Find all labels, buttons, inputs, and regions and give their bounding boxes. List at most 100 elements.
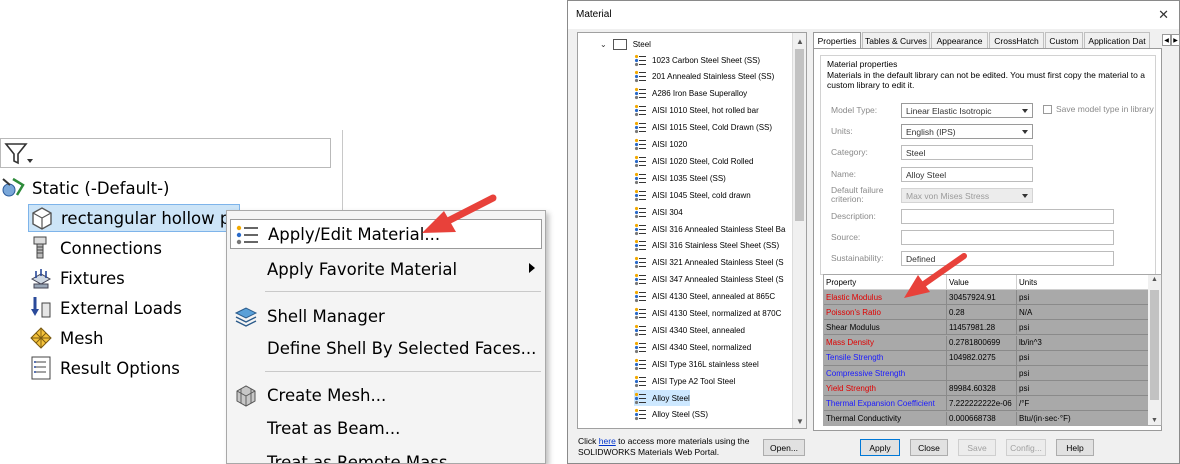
tree-item-external-loads[interactable]: External Loads xyxy=(28,294,182,322)
config-button[interactable]: Config... xyxy=(1006,439,1046,456)
cell-property: Poisson's Ratio xyxy=(824,305,947,321)
material-list-item[interactable]: AISI 1010 Steel, hot rolled bar xyxy=(634,103,794,119)
result-options-icon xyxy=(31,356,51,380)
tab-scroll-left-icon[interactable]: ◀ xyxy=(1162,34,1171,46)
material-list-item[interactable]: A286 Iron Base Superalloy xyxy=(634,86,794,102)
material-list-item[interactable]: AISI 1015 Steel, Cold Drawn (SS) xyxy=(634,120,794,136)
material-name: AISI 316 Annealed Stainless Steel Ba xyxy=(652,224,786,234)
scroll-thumb[interactable] xyxy=(795,49,804,221)
tab-scroll-right-icon[interactable]: ▶ xyxy=(1171,34,1180,46)
table-header-row: Property Value Units xyxy=(824,275,1149,290)
table-row[interactable]: Tensile Strength 104982.0275 psi xyxy=(824,350,1149,366)
tree-item-static-study[interactable]: Static (-Default-) xyxy=(0,174,170,202)
tree-item-result-options[interactable]: Result Options xyxy=(28,354,180,382)
save-model-type-label: Save model type in library xyxy=(1056,104,1154,114)
model-type-select[interactable]: Linear Elastic Isotropic xyxy=(901,103,1033,118)
menu-divider xyxy=(265,291,541,292)
material-list-item[interactable]: AISI 304 xyxy=(634,204,794,220)
material-list-item[interactable]: Alloy Steel xyxy=(634,390,690,406)
folder-icon xyxy=(612,38,627,50)
menu-item-shell-manager[interactable]: Shell Manager xyxy=(227,301,545,331)
material-tabs: Properties Tables & Curves Appearance Cr… xyxy=(813,32,1180,49)
external-loads-label: External Loads xyxy=(60,298,182,318)
cell-property: Tensile Strength xyxy=(824,350,947,366)
help-button[interactable]: Help xyxy=(1056,439,1094,456)
table-row[interactable]: Thermal Conductivity 0.000668738 Btu/(in·s… xyxy=(824,411,1149,425)
menu-item-create-mesh[interactable]: Create Mesh... xyxy=(227,380,545,410)
material-name: 1023 Carbon Steel Sheet (SS) xyxy=(652,55,761,65)
part-cube-icon xyxy=(32,207,52,230)
material-icon xyxy=(634,240,646,252)
menu-item-apply-favorite-material[interactable]: Apply Favorite Material xyxy=(227,254,545,284)
material-icon xyxy=(634,71,646,83)
static-study-label: Static (-Default-) xyxy=(32,178,170,198)
scroll-down-icon[interactable]: ▼ xyxy=(1151,417,1158,424)
material-name: Alloy Steel (SS) xyxy=(652,410,709,420)
material-list-item[interactable]: AISI 4130 Steel, normalized at 870C xyxy=(634,306,794,322)
open-button[interactable]: Open... xyxy=(763,439,805,456)
save-model-type-checkbox[interactable]: Save model type in library xyxy=(1043,104,1154,114)
tree-filter-bar[interactable] xyxy=(0,138,331,168)
table-row[interactable]: Thermal Expansion Coefficient 7.222222222… xyxy=(824,396,1149,412)
material-list-item[interactable]: AISI 316 Stainless Steel Sheet (SS) xyxy=(634,238,794,254)
menu-item-define-shell[interactable]: Define Shell By Selected Faces... xyxy=(227,333,545,363)
material-list-item[interactable]: AISI 1035 Steel (SS) xyxy=(634,170,794,186)
menu-item-treat-as-remote-mass[interactable]: Treat as Remote Mass xyxy=(227,447,545,464)
material-list-item[interactable]: AISI 1045 Steel, cold drawn xyxy=(634,187,794,203)
material-icon xyxy=(634,138,646,151)
table-row[interactable]: Yield Strength 89984.60328 psi xyxy=(824,381,1149,397)
chevron-down-icon[interactable]: ⌄ xyxy=(600,40,607,49)
material-list-item[interactable]: AISI Type 316L stainless steel xyxy=(634,356,794,372)
material-list-item[interactable]: AISI 1020 Steel, Cold Rolled xyxy=(634,153,794,169)
table-row[interactable]: Mass Density 0.2781800699 lb/in^3 xyxy=(824,335,1149,351)
material-list-item[interactable]: AISI 321 Annealed Stainless Steel (S xyxy=(634,255,794,271)
save-button[interactable]: Save xyxy=(958,439,996,456)
tab-appearance[interactable]: Appearance xyxy=(931,32,988,48)
checkbox-box[interactable] xyxy=(1043,104,1052,114)
tree-item-mesh[interactable]: Mesh xyxy=(28,324,103,352)
tree-item-fixtures[interactable]: Fixtures xyxy=(28,264,125,292)
material-list-item[interactable]: AISI 4340 Steel, normalized xyxy=(634,339,794,355)
table-scrollbar[interactable]: ▲ ▼ xyxy=(1148,275,1161,425)
material-icon xyxy=(634,392,646,404)
cell-value: 0.2781800699 xyxy=(947,335,1017,351)
filter-icon[interactable] xyxy=(4,142,34,166)
material-list-item[interactable]: AISI 347 Annealed Stainless Steel (S xyxy=(634,272,794,288)
tree-item-part[interactable]: rectangular hollow pla xyxy=(28,204,240,232)
material-list-item[interactable]: 1023 Carbon Steel Sheet (SS) xyxy=(634,52,794,68)
material-list-item[interactable]: AISI 1020 xyxy=(634,137,794,153)
apply-button[interactable]: Apply xyxy=(860,439,900,456)
close-icon[interactable]: ✕ xyxy=(1158,7,1169,23)
scroll-thumb[interactable] xyxy=(1150,290,1159,400)
library-folder-steel[interactable]: ⌄ Steel xyxy=(600,36,651,52)
table-row[interactable]: Elastic Modulus 30457924.91 psi xyxy=(824,290,1149,305)
source-label: Source: xyxy=(831,232,861,242)
material-list-item[interactable]: AISI Type A2 Tool Steel xyxy=(634,373,794,389)
connections-label: Connections xyxy=(60,238,162,258)
cell-units: Btu/(in·sec·°F) xyxy=(1017,411,1149,425)
table-row[interactable]: Shear Modulus 11457981.28 psi xyxy=(824,320,1149,336)
units-select[interactable]: English (IPS) xyxy=(901,124,1033,139)
library-scrollbar[interactable]: ▲ ▼ xyxy=(792,33,806,428)
tree-item-connections[interactable]: Connections xyxy=(28,234,162,262)
scroll-down-icon[interactable]: ▼ xyxy=(796,417,804,426)
scroll-up-icon[interactable]: ▲ xyxy=(796,37,804,46)
material-list-item[interactable]: AISI 316 Annealed Stainless Steel Ba xyxy=(634,221,794,237)
close-button[interactable]: Close xyxy=(910,439,948,456)
menu-item-treat-as-beam[interactable]: Treat as Beam... xyxy=(227,413,545,443)
material-list-item[interactable]: 201 Annealed Stainless Steel (SS) xyxy=(634,69,794,85)
tab-tables-curves[interactable]: Tables & Curves xyxy=(862,32,930,48)
tab-custom[interactable]: Custom xyxy=(1045,32,1083,48)
material-icon xyxy=(634,274,646,286)
web-portal-link[interactable]: here xyxy=(599,436,616,446)
table-row[interactable]: Poisson's Ratio 0.28 N/A xyxy=(824,305,1149,321)
table-row[interactable]: Compressive Strength psi xyxy=(824,366,1149,381)
tab-crosshatch[interactable]: CrossHatch xyxy=(989,32,1044,48)
material-list-item[interactable]: AISI 4130 Steel, annealed at 865C xyxy=(634,289,794,305)
cell-units: psi xyxy=(1017,290,1149,305)
tab-application-data[interactable]: Application Dat xyxy=(1084,32,1150,48)
scroll-up-icon[interactable]: ▲ xyxy=(1151,276,1158,283)
material-list-item[interactable]: Alloy Steel (SS) xyxy=(634,407,794,423)
material-list-item[interactable]: AISI 4340 Steel, annealed xyxy=(634,322,794,338)
tab-properties[interactable]: Properties xyxy=(813,32,861,49)
